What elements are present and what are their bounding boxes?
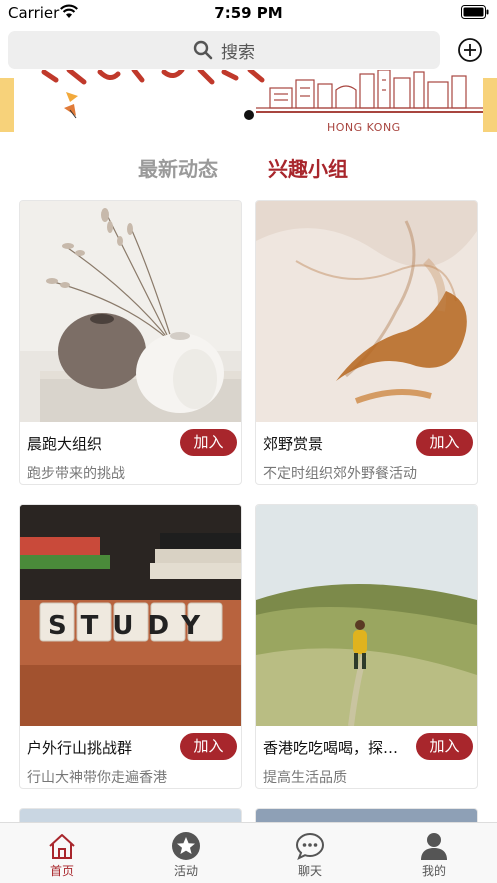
- group-thumbnail: [20, 201, 241, 422]
- group-description: 提高生活品质: [263, 770, 347, 786]
- group-name: 晨跑大组织: [27, 435, 103, 453]
- group-card[interactable]: 郊野赏景 加入 不定时组织郊外野餐活动: [255, 200, 478, 485]
- person-icon: [421, 833, 447, 860]
- star-icon: [172, 832, 200, 860]
- tabbar-label: 我的: [421, 864, 446, 878]
- group-card[interactable]: 晨跑大组织 加入 跑步带来的挑战: [19, 200, 242, 485]
- group-card[interactable]: 香港吃吃喝喝，探店打卡 加入 提高生活品质: [255, 504, 478, 789]
- search-bar[interactable]: 搜索: [8, 31, 440, 69]
- promo-banner[interactable]: [0, 70, 497, 132]
- group-description: 跑步带来的挑战: [27, 466, 125, 482]
- search-icon: [193, 40, 213, 60]
- banner-prev-peek: [0, 78, 14, 132]
- group-description: 不定时组织郊外野餐活动: [263, 466, 417, 482]
- tabbar-item-profile[interactable]: 我的: [372, 823, 496, 883]
- tabbar-label: 首页: [49, 864, 74, 878]
- add-circle-icon[interactable]: [457, 37, 483, 63]
- tab-interest-groups[interactable]: 兴趣小组: [268, 153, 348, 182]
- study-blocks-text: STUDY: [48, 611, 214, 641]
- join-button[interactable]: 加入: [416, 733, 473, 760]
- group-thumbnail: [256, 505, 477, 726]
- group-description: 行山大神带你走遍香港: [27, 770, 167, 786]
- join-button[interactable]: 加入: [180, 429, 237, 456]
- tabbar-item-chat[interactable]: 聊天: [248, 823, 372, 883]
- search-placeholder: 搜索: [221, 42, 255, 63]
- battery-icon: [461, 5, 489, 19]
- bottom-tab-bar: 首页 活动 聊天 我的: [0, 822, 497, 883]
- segment-tabs: 最新动态 兴趣小组: [0, 150, 497, 184]
- banner-next-peek: [483, 78, 497, 132]
- join-button[interactable]: 加入: [416, 429, 473, 456]
- group-name: 户外行山挑战群: [27, 739, 133, 757]
- tab-latest-news[interactable]: 最新动态: [138, 153, 218, 182]
- banner-page-indicator: [244, 110, 254, 120]
- tabbar-item-home[interactable]: 首页: [0, 823, 124, 883]
- group-name: 香港吃吃喝喝，探店打卡: [263, 739, 411, 757]
- clock: 7:59 PM: [214, 4, 283, 22]
- group-card[interactable]: STUDY 户外行山挑战群 加入 行山大神带你走遍香港: [19, 504, 242, 789]
- chat-icon: [295, 832, 325, 860]
- tabbar-label: 聊天: [297, 864, 322, 878]
- banner-illustration: [41, 70, 483, 119]
- home-icon: [49, 834, 75, 859]
- tabbar-item-activity[interactable]: 活动: [124, 823, 248, 883]
- banner-caption: HONG KONG: [327, 121, 401, 134]
- join-button[interactable]: 加入: [180, 733, 237, 760]
- tabbar-label: 活动: [173, 864, 198, 878]
- group-thumbnail: STUDY: [20, 505, 241, 726]
- group-name: 郊野赏景: [263, 435, 324, 453]
- status-bar: Carrier 7:59 PM: [0, 0, 497, 26]
- group-thumbnail: [256, 201, 477, 422]
